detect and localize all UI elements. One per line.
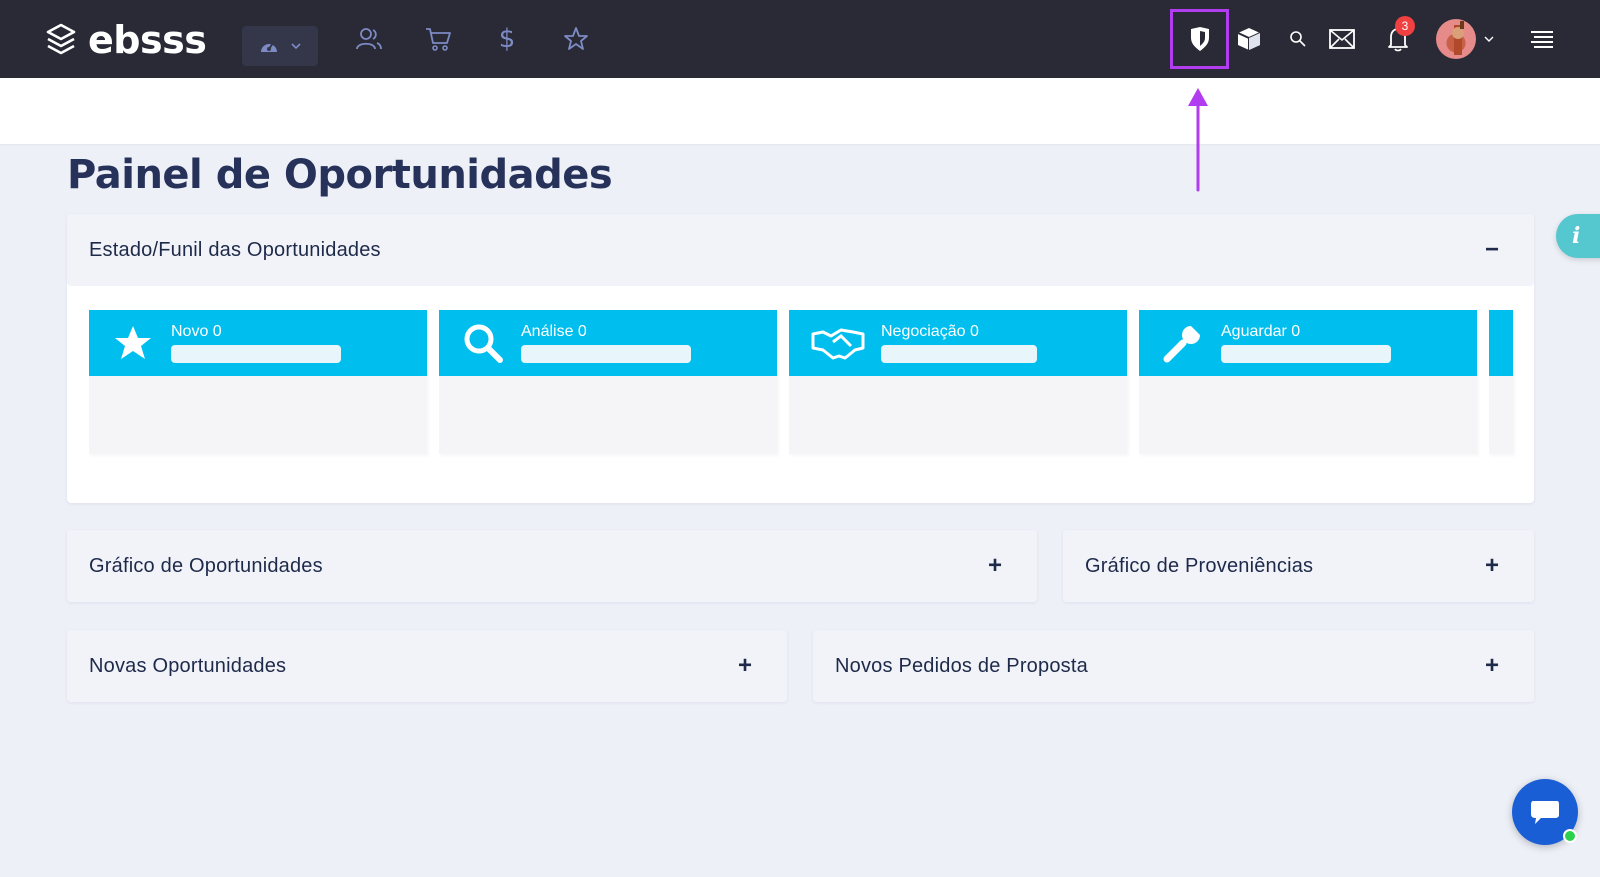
stage-label: Novo 0 [171,323,222,340]
panel-grafico-proveniencias: Gráfico de Proveniências + [1063,530,1534,602]
panel-grafico-oportunidades: Gráfico de Oportunidades + [67,530,1037,602]
info-icon: i [1572,223,1581,249]
funnel-panel-header: Estado/Funil das Oportunidades − [67,214,1534,286]
logo-text: ebsss [88,18,207,62]
star-icon [111,324,155,362]
logo-icon [46,23,76,55]
online-status-dot [1563,829,1577,843]
stage-header: Negociação 0 [789,310,1127,376]
dashboard-dropdown[interactable] [242,26,318,66]
avatar[interactable] [1436,19,1476,59]
funnel-body: Novo 0 Análise 0 Negociação 0 Aguardar 0 [67,286,1534,500]
collapse-button[interactable]: − [1472,230,1512,270]
stage-header [1489,310,1513,376]
star-icon[interactable] [561,24,591,54]
stage-header: Novo 0 [89,310,427,376]
sub-header [0,78,1600,144]
stage-label: Negociação 0 [881,323,979,340]
mail-icon[interactable] [1327,24,1357,54]
cart-icon[interactable] [423,24,453,54]
panel-novos-pedidos: Novos Pedidos de Proposta + [813,630,1534,702]
page-title: Painel de Oportunidades [67,152,613,198]
stage-progress-bar [171,345,341,363]
expand-button[interactable]: + [1472,546,1512,586]
top-navbar: ebsss $ 3 [0,0,1600,78]
menu-icon[interactable] [1527,24,1557,54]
stage-card[interactable]: Aguardar 0 [1139,310,1477,454]
chevron-down-icon [291,43,301,49]
chat-icon [1531,801,1559,824]
chevron-down-icon[interactable] [1481,24,1497,54]
panel-title: Novos Pedidos de Proposta [835,654,1088,677]
search-icon[interactable] [1283,24,1313,54]
expand-button[interactable]: + [975,546,1015,586]
shield-highlight-box [1170,9,1229,69]
stage-label: Aguardar 0 [1221,323,1301,340]
wrench-icon [1161,323,1205,363]
stage-label: Análise 0 [521,323,587,340]
dashboard-icon [261,42,277,52]
stage-progress-bar [1221,345,1391,363]
stage-card[interactable]: Novo 0 [89,310,427,454]
stage-progress-bar [881,345,1037,363]
logo[interactable]: ebsss [46,18,207,62]
stage-progress-bar [521,345,691,363]
funnel-panel-title: Estado/Funil das Oportunidades [89,238,381,261]
stage-card-partial[interactable] [1489,310,1513,454]
stage-header: Análise 0 [439,310,777,376]
handshake-icon [811,326,865,360]
users-icon[interactable] [354,24,384,54]
stage-card[interactable]: Negociação 0 [789,310,1127,454]
panel-novas-oportunidades: Novas Oportunidades + [67,630,787,702]
cube-icon[interactable] [1234,24,1264,54]
dollar-icon[interactable]: $ [492,24,522,54]
stage-header: Aguardar 0 [1139,310,1477,376]
search-icon [461,323,505,363]
expand-button[interactable]: + [725,646,765,686]
notification-badge: 3 [1395,16,1415,36]
panel-title: Gráfico de Oportunidades [89,554,323,577]
stage-card[interactable]: Análise 0 [439,310,777,454]
panel-title: Novas Oportunidades [89,654,287,677]
expand-button[interactable]: + [1472,646,1512,686]
panel-title: Gráfico de Proveniências [1085,554,1314,577]
info-tab[interactable]: i [1556,214,1600,258]
funnel-panel: Estado/Funil das Oportunidades − Novo 0 [67,214,1534,503]
annotation-arrow [1188,88,1208,192]
